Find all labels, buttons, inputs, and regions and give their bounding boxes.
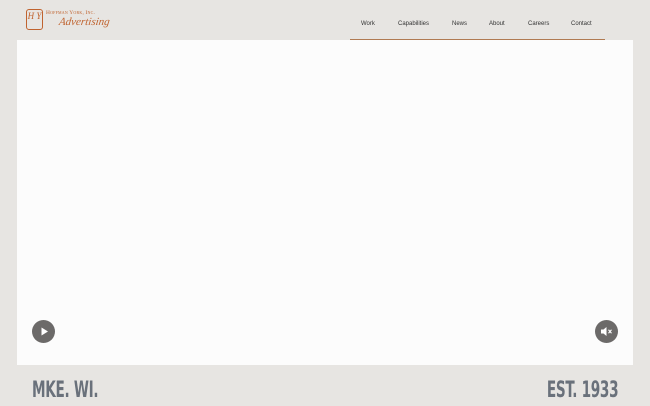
play-button[interactable] xyxy=(32,320,55,343)
nav-item-capabilities[interactable]: Capabilities xyxy=(398,21,429,27)
nav-item-work[interactable]: Work xyxy=(361,21,375,27)
site-header: H Y Hoffman York, Inc. Advertising Work … xyxy=(0,0,650,40)
footer-established: EST. 1933 xyxy=(546,378,619,403)
nav-item-about[interactable]: About xyxy=(489,21,505,27)
logo-seal-letters: H Y xyxy=(27,11,42,21)
nav-item-contact[interactable]: Contact xyxy=(571,21,592,27)
logo-seal: H Y xyxy=(26,9,43,30)
footer-location: MKE. WI. xyxy=(32,378,99,403)
speaker-muted-icon xyxy=(601,327,612,336)
nav-item-careers[interactable]: Careers xyxy=(528,21,549,27)
logo-tagline: Advertising xyxy=(58,16,111,28)
hero-video[interactable] xyxy=(17,40,633,365)
site-footer: MKE. WI. EST. 1933 xyxy=(0,365,650,406)
play-icon xyxy=(41,327,48,336)
nav-item-news[interactable]: News xyxy=(452,21,467,27)
mute-button[interactable] xyxy=(595,320,618,343)
brand-logo[interactable]: H Y Hoffman York, Inc. Advertising xyxy=(26,9,111,31)
main-nav: Work Capabilities News About Careers Con… xyxy=(350,0,605,40)
